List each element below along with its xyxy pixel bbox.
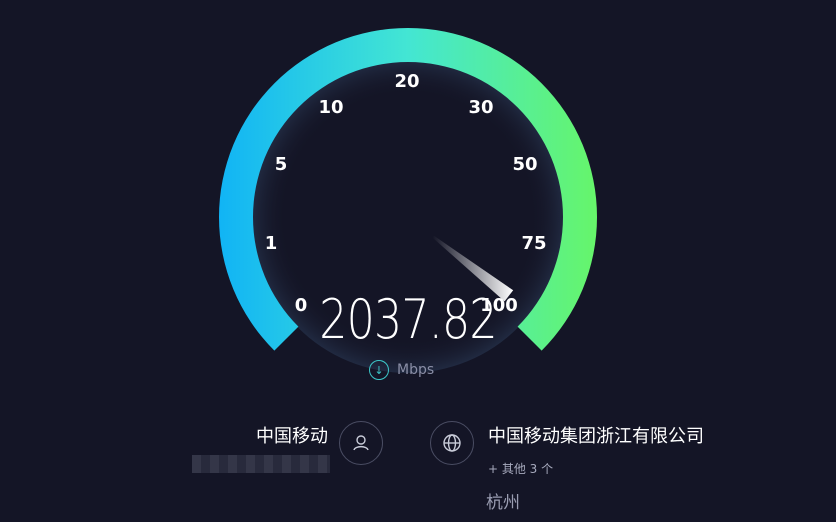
user-icon[interactable] [339, 421, 383, 465]
gauge-tick-label: 50 [512, 154, 537, 175]
gauge-tick-label: 10 [318, 97, 343, 118]
download-arrow-icon: ↓ [369, 360, 389, 380]
isp-ip-redacted [192, 455, 330, 473]
gauge-tick-label: 30 [468, 97, 493, 118]
gauge-tick-label: 1 [265, 233, 278, 254]
gauge-tick-label: 20 [394, 71, 419, 92]
gauge-tick-label: 75 [521, 233, 546, 254]
speed-unit-row: ↓ Mbps [369, 360, 434, 380]
other-servers-link[interactable]: + 其他 3 个 [488, 460, 553, 477]
speed-value: 2037.82 [319, 288, 497, 351]
speedtest-result-panel: 0 1 5 10 20 30 50 75 100 2037.82 ↓ Mbps … [0, 0, 836, 522]
speed-unit-label: Mbps [397, 362, 435, 378]
isp-name: 中国移动 [256, 426, 328, 447]
server-city: 杭州 [486, 493, 520, 513]
server-name[interactable]: 中国移动集团浙江有限公司 [488, 422, 704, 448]
speed-gauge: 0 1 5 10 20 30 50 75 100 [219, 27, 597, 373]
globe-icon[interactable] [430, 421, 474, 465]
gauge-tick-label: 5 [275, 154, 288, 175]
